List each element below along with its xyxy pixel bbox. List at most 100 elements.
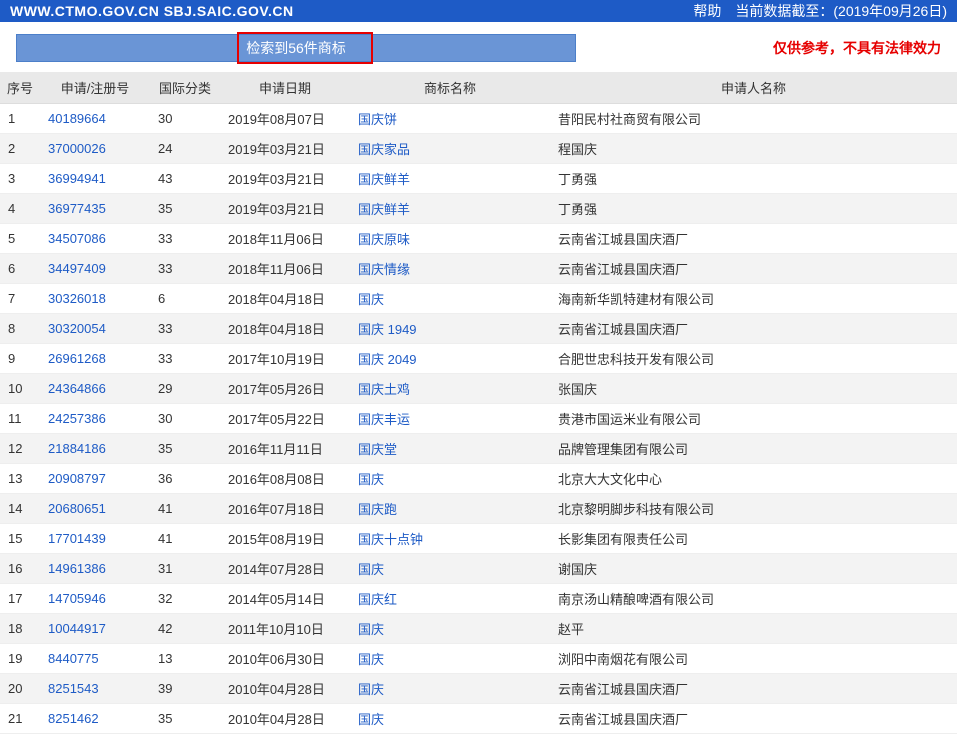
cell-reg: 34507086 bbox=[40, 224, 150, 254]
reg-link[interactable]: 30320054 bbox=[48, 321, 106, 336]
trademark-name-link[interactable]: 国庆家品 bbox=[358, 142, 410, 157]
cell-name: 国庆饼 bbox=[350, 104, 550, 134]
cell-applicant: 云南省江城县国庆酒厂 bbox=[550, 254, 957, 284]
disclaimer-text: 仅供参考，不具有法律效力 bbox=[773, 38, 941, 58]
cell-date: 2014年07月28日 bbox=[220, 554, 350, 584]
cell-reg: 14705946 bbox=[40, 584, 150, 614]
cell-applicant: 合肥世忠科技开发有限公司 bbox=[550, 344, 957, 374]
trademark-name-link[interactable]: 国庆土鸡 bbox=[358, 382, 410, 397]
cell-reg: 17701439 bbox=[40, 524, 150, 554]
cell-reg: 36977435 bbox=[40, 194, 150, 224]
table-row: 1810044917422011年10月10日国庆赵平 bbox=[0, 614, 957, 644]
cell-reg: 8440775 bbox=[40, 644, 150, 674]
result-count-banner[interactable]: 检索到56件商标 bbox=[16, 34, 576, 62]
trademark-name-link[interactable]: 国庆堂 bbox=[358, 442, 397, 457]
cell-class: 24 bbox=[150, 134, 220, 164]
trademark-name-link[interactable]: 国庆 bbox=[358, 292, 384, 307]
cell-name: 国庆 bbox=[350, 674, 550, 704]
cell-class: 33 bbox=[150, 254, 220, 284]
cell-class: 30 bbox=[150, 404, 220, 434]
trademark-name-link[interactable]: 国庆饼 bbox=[358, 112, 397, 127]
cell-seq: 9 bbox=[0, 344, 40, 374]
reg-link[interactable]: 24364866 bbox=[48, 381, 106, 396]
cell-seq: 5 bbox=[0, 224, 40, 254]
cell-seq: 15 bbox=[0, 524, 40, 554]
results-table: 序号 申请/注册号 国际分类 申请日期 商标名称 申请人名称 140189664… bbox=[0, 72, 957, 734]
reg-link[interactable]: 40189664 bbox=[48, 111, 106, 126]
trademark-name-link[interactable]: 国庆原味 bbox=[358, 232, 410, 247]
cell-seq: 10 bbox=[0, 374, 40, 404]
reg-link[interactable]: 10044917 bbox=[48, 621, 106, 636]
cell-applicant: 张国庆 bbox=[550, 374, 957, 404]
cell-name: 国庆土鸡 bbox=[350, 374, 550, 404]
cell-name: 国庆红 bbox=[350, 584, 550, 614]
cell-class: 39 bbox=[150, 674, 220, 704]
reg-link[interactable]: 26961268 bbox=[48, 351, 106, 366]
reg-link[interactable]: 34497409 bbox=[48, 261, 106, 276]
cell-date: 2010年04月28日 bbox=[220, 674, 350, 704]
reg-link[interactable]: 34507086 bbox=[48, 231, 106, 246]
trademark-name-link[interactable]: 国庆 1949 bbox=[358, 322, 417, 337]
reg-link[interactable]: 14961386 bbox=[48, 561, 106, 576]
cell-name: 国庆原味 bbox=[350, 224, 550, 254]
cell-name: 国庆 1949 bbox=[350, 314, 550, 344]
trademark-name-link[interactable]: 国庆 2049 bbox=[358, 352, 417, 367]
reg-link[interactable]: 30326018 bbox=[48, 291, 106, 306]
cell-applicant: 南京汤山精酿啤酒有限公司 bbox=[550, 584, 957, 614]
cell-applicant: 丁勇强 bbox=[550, 194, 957, 224]
reg-link[interactable]: 36994941 bbox=[48, 171, 106, 186]
reg-link[interactable]: 8440775 bbox=[48, 651, 99, 666]
cell-class: 31 bbox=[150, 554, 220, 584]
trademark-name-link[interactable]: 国庆 bbox=[358, 562, 384, 577]
trademark-name-link[interactable]: 国庆红 bbox=[358, 592, 397, 607]
trademark-name-link[interactable]: 国庆鲜羊 bbox=[358, 202, 410, 217]
cell-class: 43 bbox=[150, 164, 220, 194]
cell-date: 2010年06月30日 bbox=[220, 644, 350, 674]
cell-applicant: 谢国庆 bbox=[550, 554, 957, 584]
cell-reg: 20908797 bbox=[40, 464, 150, 494]
trademark-name-link[interactable]: 国庆十点钟 bbox=[358, 532, 423, 547]
trademark-name-link[interactable]: 国庆 bbox=[358, 652, 384, 667]
cell-date: 2019年03月21日 bbox=[220, 134, 350, 164]
reg-link[interactable]: 14705946 bbox=[48, 591, 106, 606]
reg-link[interactable]: 8251462 bbox=[48, 711, 99, 726]
cell-class: 35 bbox=[150, 434, 220, 464]
reg-link[interactable]: 21884186 bbox=[48, 441, 106, 456]
help-link[interactable]: 帮助 bbox=[693, 1, 721, 21]
cell-date: 2018年04月18日 bbox=[220, 314, 350, 344]
trademark-name-link[interactable]: 国庆 bbox=[358, 622, 384, 637]
cell-reg: 30326018 bbox=[40, 284, 150, 314]
reg-link[interactable]: 20908797 bbox=[48, 471, 106, 486]
cell-date: 2016年07月18日 bbox=[220, 494, 350, 524]
trademark-name-link[interactable]: 国庆情缘 bbox=[358, 262, 410, 277]
trademark-name-link[interactable]: 国庆 bbox=[358, 472, 384, 487]
reg-link[interactable]: 24257386 bbox=[48, 411, 106, 426]
table-row: 634497409332018年11月06日国庆情缘云南省江城县国庆酒厂 bbox=[0, 254, 957, 284]
trademark-name-link[interactable]: 国庆丰运 bbox=[358, 412, 410, 427]
cell-date: 2019年03月21日 bbox=[220, 194, 350, 224]
reg-link[interactable]: 17701439 bbox=[48, 531, 106, 546]
cell-applicant: 云南省江城县国庆酒厂 bbox=[550, 224, 957, 254]
reg-link[interactable]: 8251543 bbox=[48, 681, 99, 696]
trademark-name-link[interactable]: 国庆 bbox=[358, 712, 384, 727]
reg-link[interactable]: 20680651 bbox=[48, 501, 106, 516]
cell-applicant: 云南省江城县国庆酒厂 bbox=[550, 314, 957, 344]
cell-name: 国庆 bbox=[350, 644, 550, 674]
cell-class: 35 bbox=[150, 194, 220, 224]
reg-link[interactable]: 36977435 bbox=[48, 201, 106, 216]
cell-date: 2016年11月11日 bbox=[220, 434, 350, 464]
reg-link[interactable]: 37000026 bbox=[48, 141, 106, 156]
cell-reg: 8251462 bbox=[40, 704, 150, 734]
trademark-name-link[interactable]: 国庆 bbox=[358, 682, 384, 697]
cell-seq: 3 bbox=[0, 164, 40, 194]
cell-seq: 17 bbox=[0, 584, 40, 614]
cell-seq: 14 bbox=[0, 494, 40, 524]
cell-class: 30 bbox=[150, 104, 220, 134]
cell-applicant: 赵平 bbox=[550, 614, 957, 644]
sub-row: 检索到56件商标 仅供参考，不具有法律效力 bbox=[0, 22, 957, 72]
cell-class: 33 bbox=[150, 314, 220, 344]
trademark-name-link[interactable]: 国庆鲜羊 bbox=[358, 172, 410, 187]
cell-seq: 2 bbox=[0, 134, 40, 164]
trademark-name-link[interactable]: 国庆跑 bbox=[358, 502, 397, 517]
table-row: 436977435352019年03月21日国庆鲜羊丁勇强 bbox=[0, 194, 957, 224]
